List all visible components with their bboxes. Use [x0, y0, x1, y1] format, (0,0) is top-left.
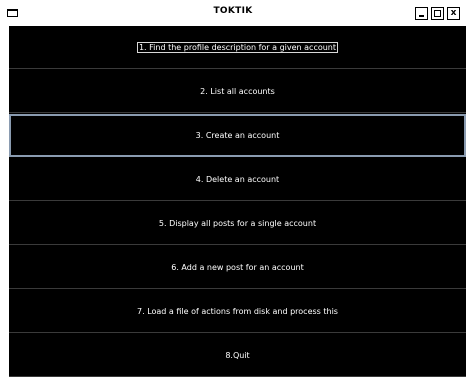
menu-button-delete-account[interactable]: 4. Delete an account	[9, 158, 466, 201]
menu-button-load-file[interactable]: 7. Load a file of actions from disk and …	[9, 290, 466, 333]
menu-button-label: 1. Find the profile description for a gi…	[136, 41, 339, 53]
main-menu: 1. Find the profile description for a gi…	[9, 26, 466, 377]
menu-button-display-posts[interactable]: 5. Display all posts for a single accoun…	[9, 202, 466, 245]
menu-button-label: 2. List all accounts	[200, 86, 275, 96]
menu-button-label: 7. Load a file of actions from disk and …	[137, 306, 338, 316]
menu-button-quit[interactable]: 8.Quit	[9, 334, 466, 377]
window-title: TOKTIK	[213, 6, 253, 16]
menu-button-find-profile[interactable]: 1. Find the profile description for a gi…	[9, 26, 466, 69]
menu-button-label: 4. Delete an account	[195, 174, 280, 184]
menu-button-label: 8.Quit	[225, 350, 250, 360]
minimize-icon[interactable]	[415, 7, 428, 20]
menu-button-label: 6. Add a new post for an account	[171, 262, 304, 272]
close-icon[interactable]: x	[447, 7, 460, 20]
title-bar[interactable]: TOKTIK x	[0, 0, 466, 25]
maximize-icon[interactable]	[431, 7, 444, 20]
menu-button-label: 3. Create an account	[195, 131, 280, 140]
app-window: TOKTIK x 1. Find the profile description…	[0, 0, 466, 377]
menu-button-add-post[interactable]: 6. Add a new post for an account	[9, 246, 466, 289]
menu-button-label: 5. Display all posts for a single accoun…	[158, 218, 317, 228]
menu-button-create-account[interactable]: 3. Create an account	[9, 114, 466, 157]
menu-button-list-accounts[interactable]: 2. List all accounts	[9, 70, 466, 113]
